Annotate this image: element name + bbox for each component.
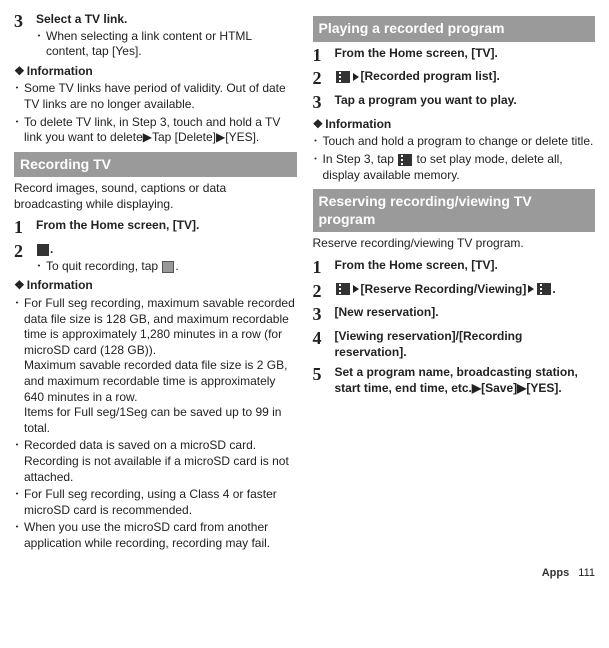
more-icon bbox=[398, 154, 412, 166]
step-number: 1 bbox=[14, 218, 36, 238]
more-icon bbox=[336, 283, 350, 295]
left-column: 3 Select a TV link. ･ When selecting a l… bbox=[14, 10, 297, 558]
section-reserving: Reserving recording/viewing TV program bbox=[313, 189, 596, 232]
step-reserve-3: 3 [New reservation]. bbox=[313, 305, 596, 325]
step-title: Set a program name, broadcasting station… bbox=[335, 365, 596, 396]
step-subtext: When selecting a link content or HTML co… bbox=[46, 29, 297, 60]
step-title: [Reserve Recording/Viewing]. bbox=[335, 282, 596, 298]
arrow-icon bbox=[528, 285, 534, 293]
step-number: 3 bbox=[313, 305, 335, 325]
step-number: 1 bbox=[313, 46, 335, 66]
section-intro: Reserve recording/viewing TV program. bbox=[313, 236, 596, 252]
record-icon bbox=[37, 244, 49, 256]
diamond-icon: ❖ bbox=[14, 278, 25, 292]
info-item: Touch and hold a program to change or de… bbox=[323, 134, 596, 150]
information-list: ･ For Full seg recording, maximum savabl… bbox=[14, 296, 297, 552]
section-intro: Record images, sound, captions or data b… bbox=[14, 181, 297, 212]
step-number: 4 bbox=[313, 329, 335, 361]
information-list: ･Some TV links have period of validity. … bbox=[14, 81, 297, 145]
step-rec-2: 2 . ･ To quit recording, tap . bbox=[14, 242, 297, 274]
step-number: 2 bbox=[14, 242, 36, 274]
step-title: From the Home screen, [TV]. bbox=[335, 46, 596, 62]
step-reserve-2: 2 [Reserve Recording/Viewing]. bbox=[313, 282, 596, 302]
arrow-icon bbox=[353, 73, 359, 81]
info-item: To delete TV link, in Step 3, touch and … bbox=[24, 115, 297, 146]
step-number: 2 bbox=[313, 282, 335, 302]
diamond-icon: ❖ bbox=[14, 64, 25, 78]
section-recording-tv: Recording TV bbox=[14, 152, 297, 178]
diamond-icon: ❖ bbox=[313, 117, 324, 131]
section-playing-recorded: Playing a recorded program bbox=[313, 16, 596, 42]
step-title: [New reservation]. bbox=[335, 305, 596, 321]
info-item: Recorded data is saved on a microSD card… bbox=[24, 438, 297, 485]
info-item: For Full seg recording, using a Class 4 … bbox=[24, 487, 297, 518]
step-reserve-4: 4 [Viewing reservation]/[Recording reser… bbox=[313, 329, 596, 361]
step-number: 3 bbox=[14, 12, 36, 60]
stop-icon bbox=[162, 261, 174, 273]
step-title: Tap a program you want to play. bbox=[335, 93, 596, 109]
information-heading: ❖Information bbox=[14, 64, 297, 80]
info-item: Some TV links have period of validity. O… bbox=[24, 81, 297, 112]
bullet-dot: ･ bbox=[36, 259, 46, 275]
arrow-icon bbox=[353, 285, 359, 293]
info-item: When you use the microSD card from anoth… bbox=[24, 520, 297, 551]
step-number: 5 bbox=[313, 365, 335, 397]
step-play-1: 1 From the Home screen, [TV]. bbox=[313, 46, 596, 66]
footer-section-label: Apps bbox=[542, 567, 570, 579]
step-play-3: 3 Tap a program you want to play. bbox=[313, 93, 596, 113]
step-title: Select a TV link. bbox=[36, 12, 297, 28]
step-select-tv-link: 3 Select a TV link. ･ When selecting a l… bbox=[14, 12, 297, 60]
information-list: ･Touch and hold a program to change or d… bbox=[313, 134, 596, 183]
page-footer: Apps 111 bbox=[14, 566, 595, 580]
step-reserve-5: 5 Set a program name, broadcasting stati… bbox=[313, 365, 596, 397]
right-column: Playing a recorded program 1 From the Ho… bbox=[313, 10, 596, 558]
info-item: For Full seg recording, maximum savable … bbox=[24, 296, 297, 436]
step-play-2: 2 [Recorded program list]. bbox=[313, 69, 596, 89]
information-heading: ❖Information bbox=[14, 278, 297, 294]
information-heading: ❖Information bbox=[313, 117, 596, 133]
step-number: 2 bbox=[313, 69, 335, 89]
step-number: 3 bbox=[313, 93, 335, 113]
more-icon bbox=[336, 71, 350, 83]
more-icon bbox=[537, 283, 551, 295]
step-title: From the Home screen, [TV]. bbox=[335, 258, 596, 274]
step-title: [Recorded program list]. bbox=[335, 69, 596, 85]
step-subtext: To quit recording, tap . bbox=[46, 259, 179, 275]
step-title: From the Home screen, [TV]. bbox=[36, 218, 297, 234]
step-number: 1 bbox=[313, 258, 335, 278]
page-number: 111 bbox=[578, 567, 595, 579]
step-rec-1: 1 From the Home screen, [TV]. bbox=[14, 218, 297, 238]
step-title: . bbox=[36, 242, 297, 258]
step-title: [Viewing reservation]/[Recording reserva… bbox=[335, 329, 596, 360]
bullet-dot: ･ bbox=[36, 29, 46, 60]
step-reserve-1: 1 From the Home screen, [TV]. bbox=[313, 258, 596, 278]
info-item: In Step 3, tap to set play mode, delete … bbox=[323, 152, 596, 183]
